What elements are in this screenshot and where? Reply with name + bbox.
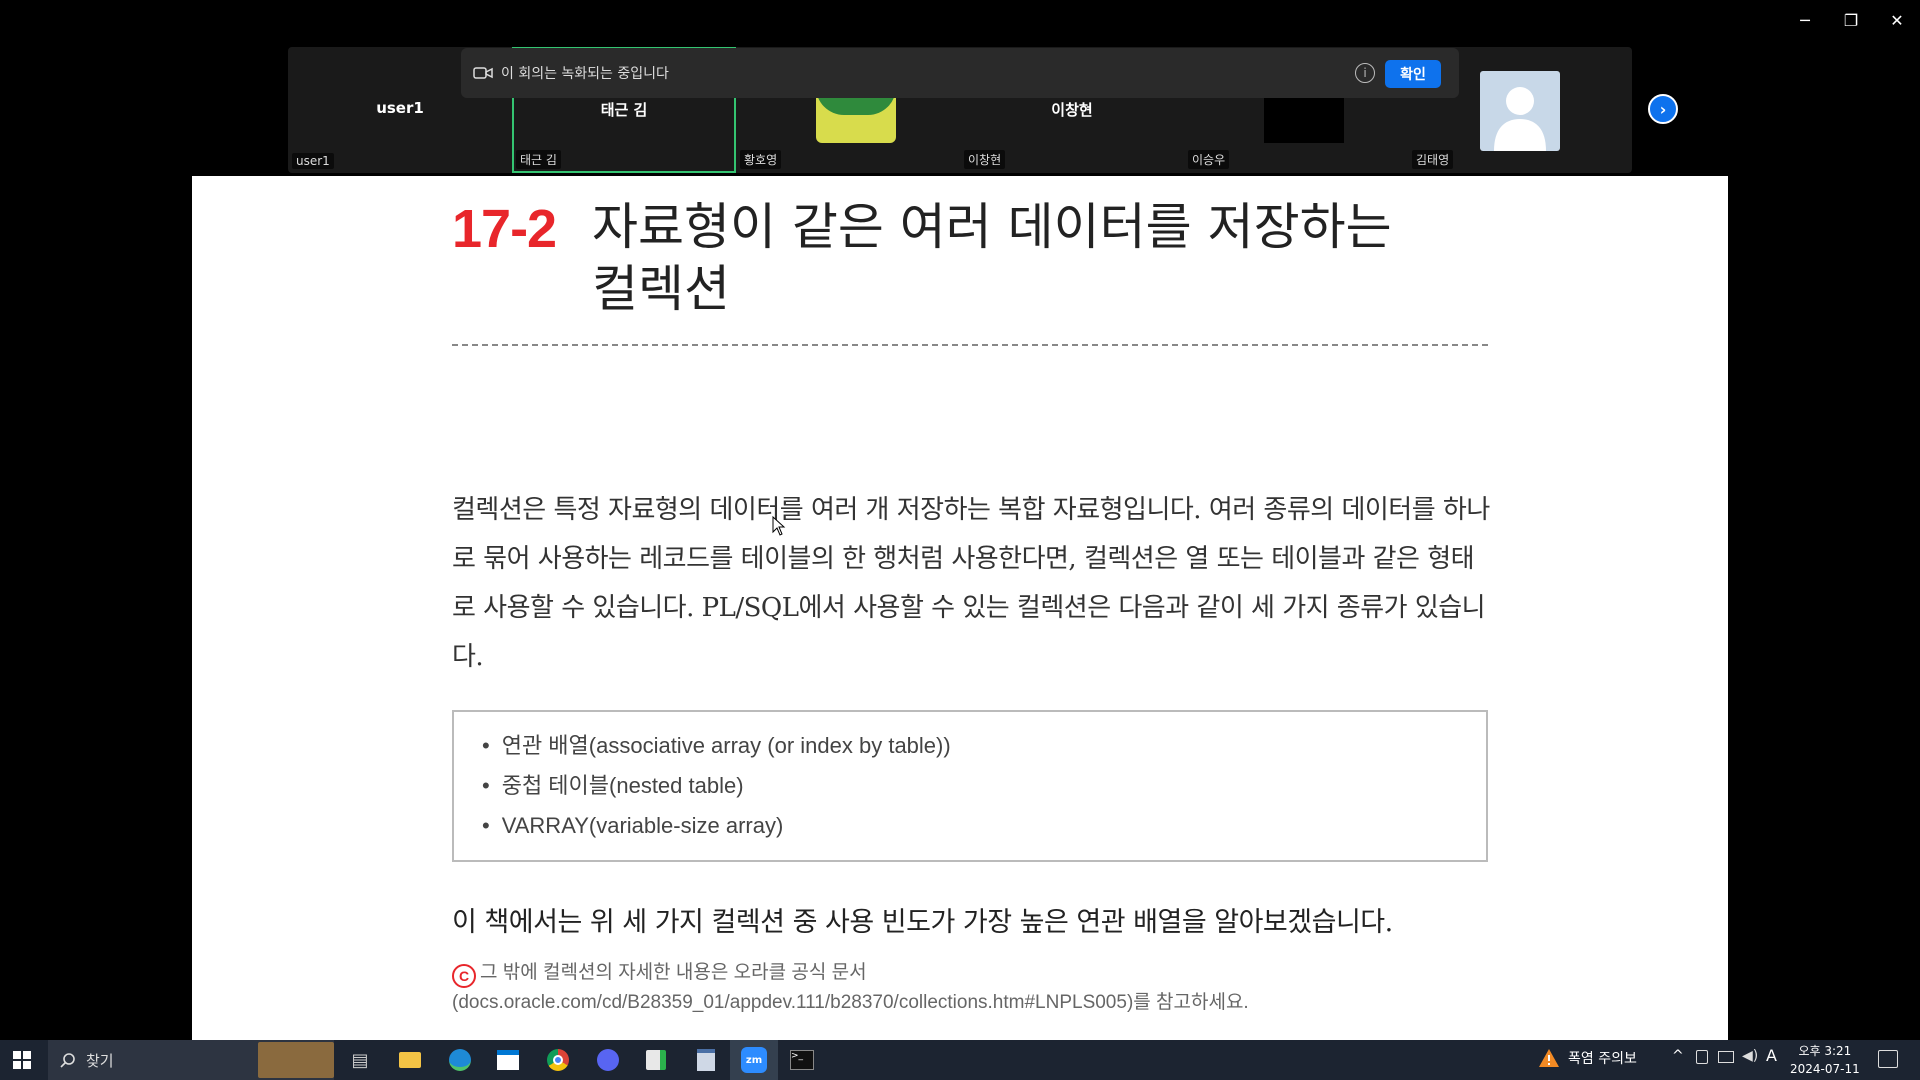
participant-tag: 김태영	[1412, 150, 1454, 169]
weather-widget[interactable]: 폭염 주의보	[1538, 1048, 1637, 1068]
collection-types-box: 연관 배열(associative array (or index by tab…	[452, 710, 1488, 862]
search-highlight-image	[258, 1042, 334, 1078]
weather-text: 폭염 주의보	[1568, 1051, 1637, 1067]
participant-tag: 이창현	[964, 150, 1006, 169]
chapter-number: 17-2	[452, 199, 557, 259]
participant-tag: 황호영	[740, 150, 782, 169]
search-placeholder: 찾기	[86, 1051, 114, 1070]
discord-icon[interactable]	[588, 1044, 628, 1076]
body-paragraph: 컬렉션은 특정 자료형의 데이터를 여러 개 저장하는 복합 자료형입니다. 여…	[452, 495, 1490, 672]
tray-device-icon[interactable]	[1696, 1050, 1708, 1064]
notifications-icon[interactable]	[1878, 1050, 1898, 1068]
note-icon: C	[452, 964, 476, 988]
close-button[interactable]: ✕	[1874, 8, 1920, 32]
shared-document: 17-2 자료형이 같은 여러 데이터를 저장하는 컬렉션 컬렉션은 특정 자료…	[192, 176, 1728, 1040]
edge-icon[interactable]	[440, 1044, 480, 1076]
info-icon[interactable]: i	[1355, 63, 1375, 83]
participant-tag: user1	[292, 153, 334, 169]
chapter-title: 자료형이 같은 여러 데이터를 저장하는 컬렉션	[592, 196, 1492, 320]
chapter-title-line: 컬렉션	[592, 260, 730, 318]
clock-time: 오후 3:21	[1798, 1044, 1852, 1058]
note: C그 밖에 컬렉션의 자세한 내용은 오라클 공식 문서(docs.oracle…	[452, 958, 1492, 1018]
record-camera-icon	[473, 67, 493, 79]
ime-indicator[interactable]: A	[1766, 1046, 1777, 1065]
clock-date: 2024-07-11	[1790, 1062, 1860, 1076]
mouse-cursor-icon	[772, 516, 786, 536]
volume-icon[interactable]: ◀)	[1742, 1048, 1758, 1064]
chrome-icon[interactable]	[538, 1044, 578, 1076]
media-player-icon[interactable]	[636, 1044, 676, 1076]
zoom-icon[interactable]: zm	[734, 1044, 774, 1076]
restore-button[interactable]: ❐	[1828, 8, 1874, 32]
minimize-button[interactable]: ─	[1782, 8, 1828, 32]
clock[interactable]: 오후 3:21 2024-07-11	[1790, 1042, 1860, 1078]
participant-name: 이창현	[1051, 101, 1093, 119]
note-text: 그 밖에 컬렉션의 자세한 내용은 오라클 공식 문서(docs.oracle.…	[452, 962, 1249, 1013]
participant-name: user1	[376, 99, 424, 117]
file-explorer-icon[interactable]	[390, 1044, 430, 1076]
chapter-title-line: 자료형이 같은 여러 데이터를 저장하는	[592, 198, 1392, 256]
store-icon[interactable]	[488, 1044, 528, 1076]
windows-start-icon[interactable]	[2, 1044, 42, 1076]
confirm-button[interactable]: 확인	[1385, 60, 1441, 88]
recording-banner: 이 회의는 녹화되는 중입니다 i 확인	[461, 48, 1459, 98]
avatar	[1480, 71, 1560, 151]
task-view-icon[interactable]: ▤	[340, 1044, 380, 1076]
next-participants-button[interactable]: ›	[1648, 94, 1678, 124]
terminal-icon[interactable]: >_	[782, 1044, 822, 1076]
participant-tag: 이승우	[1188, 150, 1230, 169]
search-icon	[60, 1053, 75, 1068]
list-item: 연관 배열(associative array (or index by tab…	[482, 726, 1458, 766]
divider	[452, 344, 1488, 346]
participant-tag: 태근 김	[516, 150, 561, 169]
list-item: 중첩 테이블(nested table)	[482, 766, 1458, 806]
recording-text: 이 회의는 녹화되는 중입니다	[501, 66, 669, 82]
list-item: VARRAY(variable-size array)	[482, 806, 1458, 846]
tray-chevron-icon[interactable]: ^	[1672, 1048, 1684, 1064]
participant-name: 태근 김	[600, 101, 648, 119]
network-icon[interactable]	[1718, 1051, 1734, 1063]
warning-icon	[1539, 1049, 1559, 1067]
summary-text: 이 책에서는 위 세 가지 컬렉션 중 사용 빈도가 가장 높은 연관 배열을 …	[452, 907, 1393, 938]
notepad-icon[interactable]	[686, 1044, 726, 1076]
